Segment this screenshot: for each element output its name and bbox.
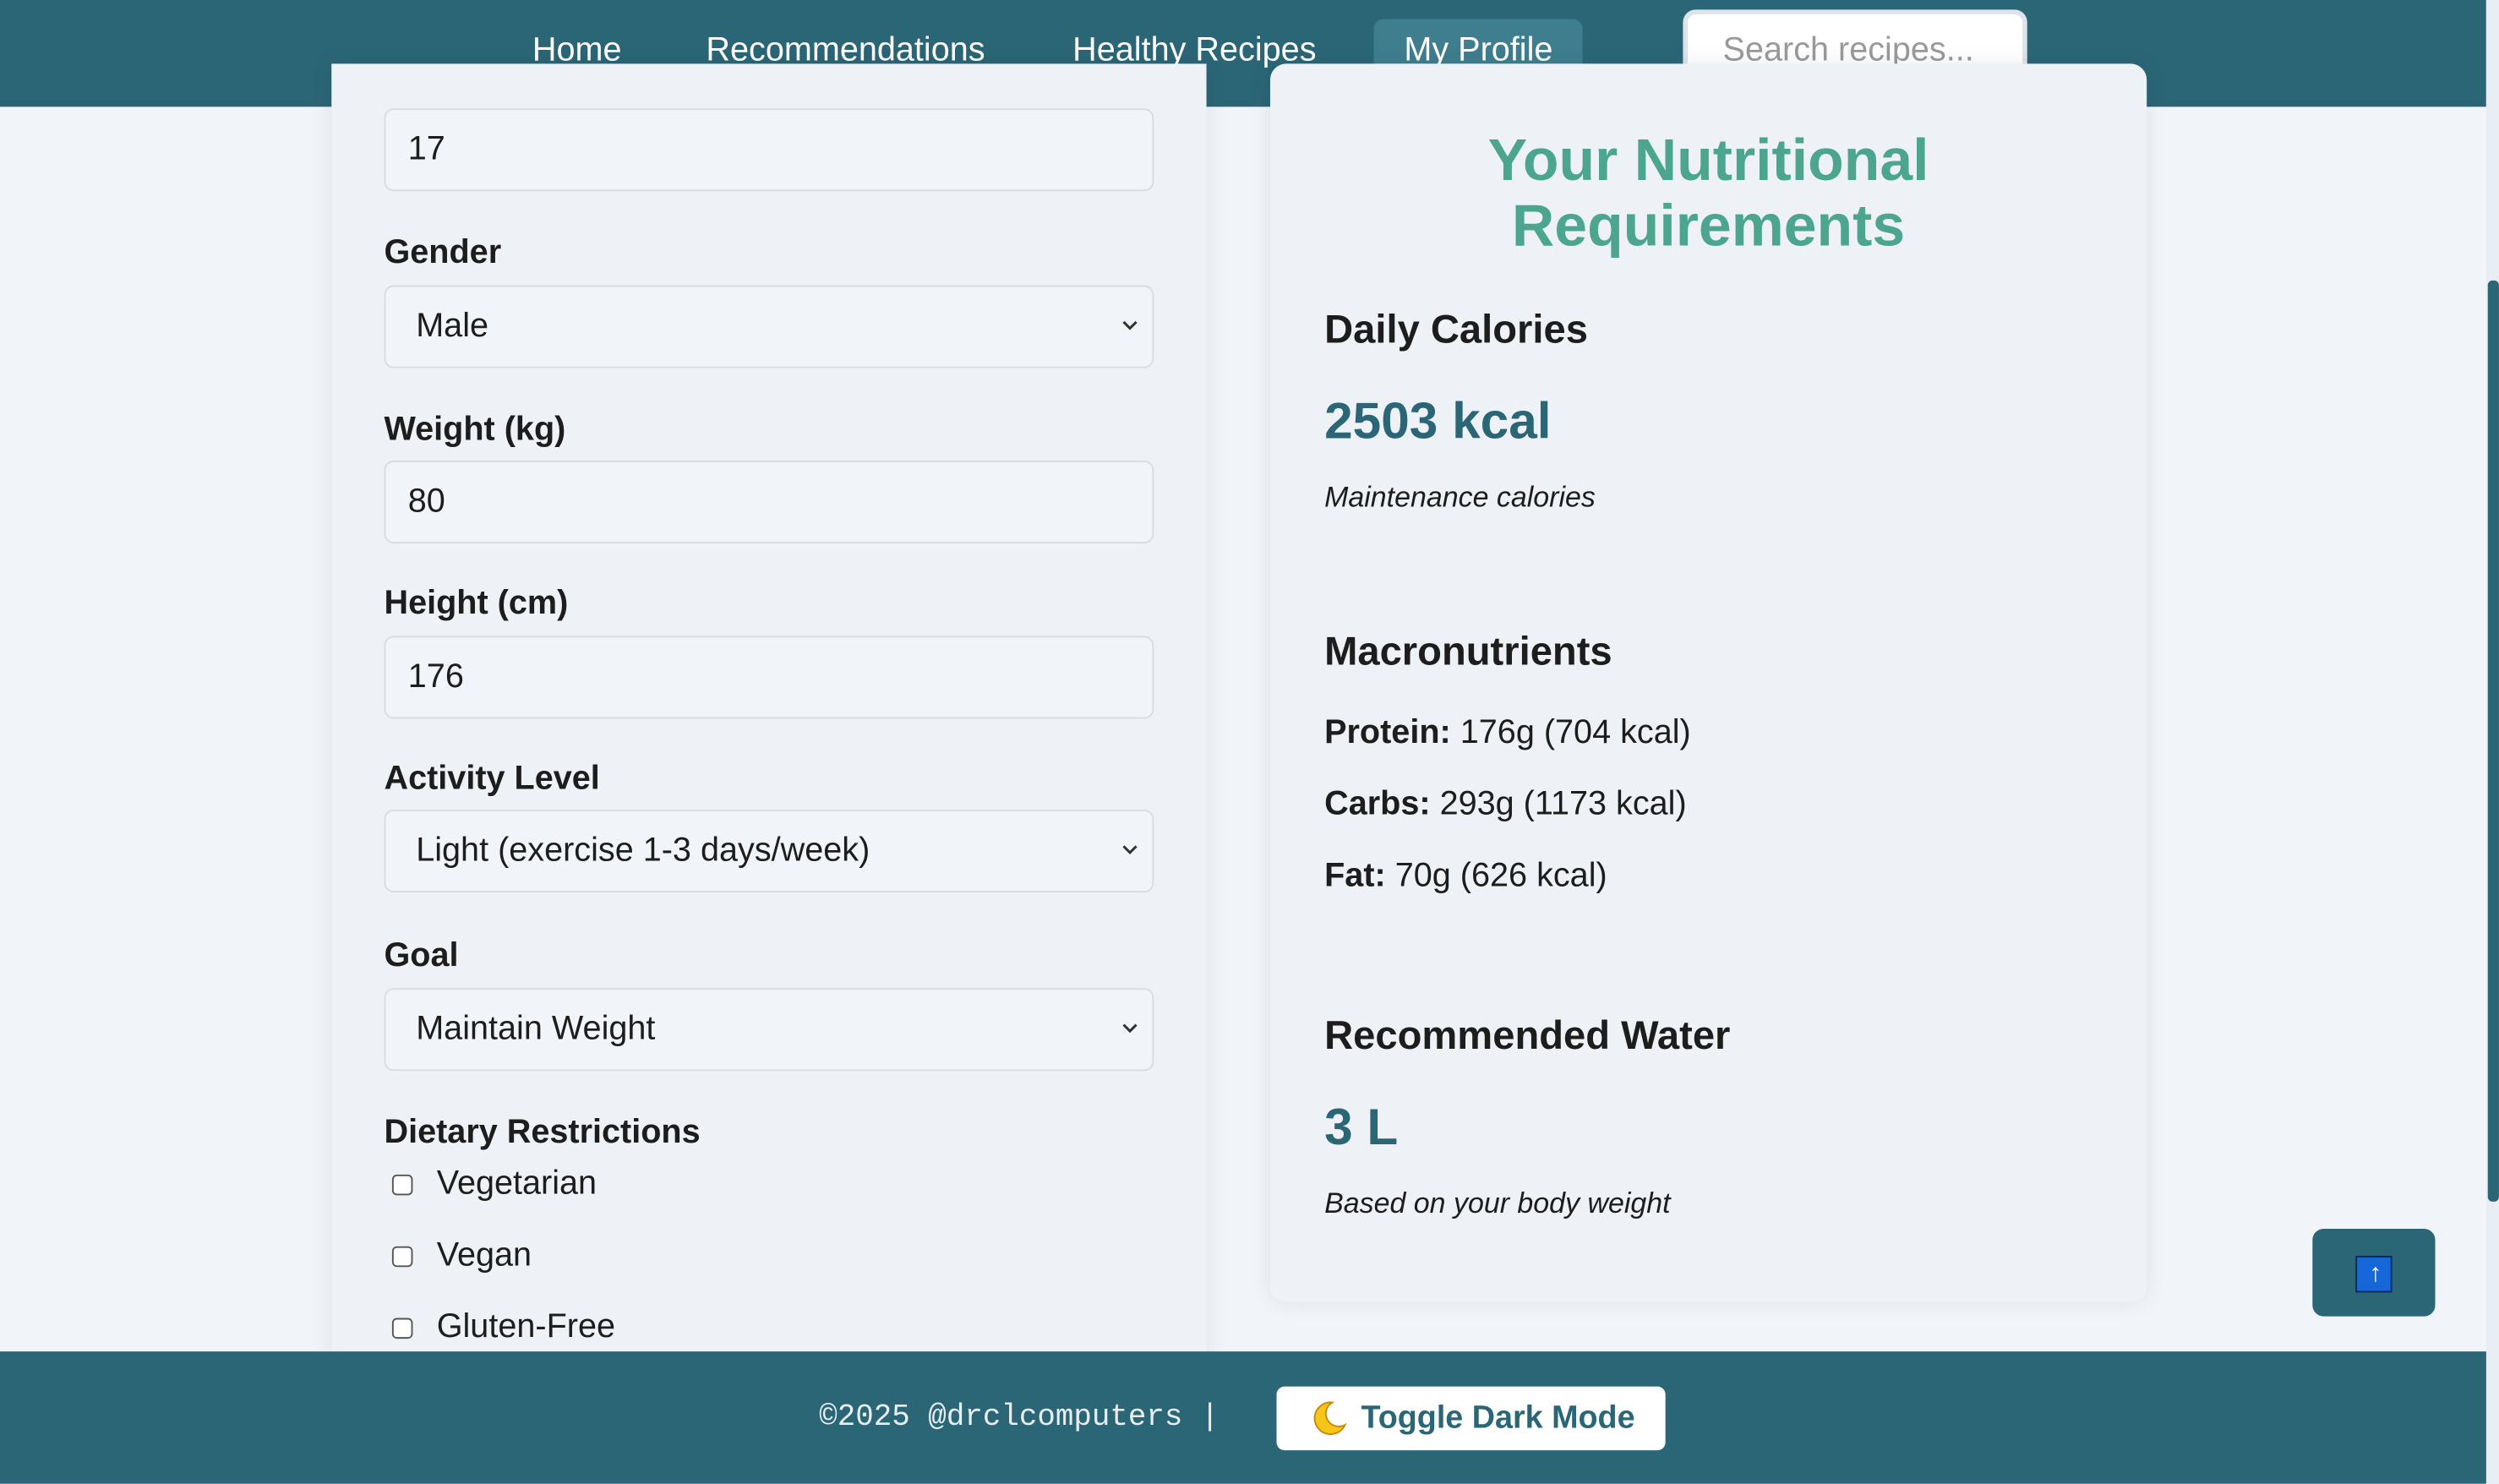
macro-name: Fat: <box>1324 857 1386 894</box>
dietary-restrictions-label: Dietary Restrictions <box>384 1114 701 1151</box>
goal-label: Goal <box>384 936 459 974</box>
gender-value: Male <box>416 307 489 345</box>
daily-calories-value: 2503 kcal <box>1324 391 1552 450</box>
height-label: Height (cm) <box>384 585 569 622</box>
macro-value: 293g (1173 kcal) <box>1439 785 1687 823</box>
macro-fat: Fat: 70g (626 kcal) <box>1324 858 1607 896</box>
checkbox-box[interactable] <box>391 1318 413 1339</box>
checkbox-label: Vegan <box>436 1236 532 1274</box>
scrollbar-thumb[interactable] <box>2487 280 2499 1202</box>
goal-value: Maintain Weight <box>416 1010 656 1047</box>
moon-icon <box>1313 1401 1347 1436</box>
footer-copyright: ©2025 @drclcomputers | <box>819 1399 1219 1435</box>
requirements-title: Your Nutritional Requirements <box>1270 128 2147 259</box>
activity-level-select[interactable]: Light (exercise 1-3 days/week) <box>384 809 1154 893</box>
gender-label: Gender <box>384 234 502 271</box>
checkbox-box[interactable] <box>391 1174 413 1196</box>
chevron-down-icon <box>1122 845 1138 855</box>
back-to-top-button[interactable]: ↑ <box>2312 1228 2436 1317</box>
weight-label: Weight (kg) <box>384 411 566 448</box>
macro-name: Protein: <box>1324 713 1451 751</box>
macro-name: Carbs: <box>1324 785 1431 823</box>
water-heading: Recommended Water <box>1324 1013 1731 1059</box>
gender-select[interactable]: Male <box>384 285 1154 368</box>
checkbox-label: Gluten-Free <box>436 1308 616 1345</box>
water-note: Based on your body weight <box>1324 1187 1671 1219</box>
activity-level-value: Light (exercise 1-3 days/week) <box>416 832 870 869</box>
age-input[interactable]: 17 <box>384 108 1154 192</box>
goal-select[interactable]: Maintain Weight <box>384 988 1154 1072</box>
toggle-dark-mode-button[interactable]: Toggle Dark Mode <box>1276 1386 1666 1451</box>
macronutrients-heading: Macronutrients <box>1324 629 1612 674</box>
title-line-2: Requirements <box>1511 193 1906 259</box>
footer <box>0 1351 2486 1484</box>
page: Home Recommendations Healthy Recipes My … <box>0 0 2499 1484</box>
height-input[interactable]: 176 <box>384 636 1154 719</box>
checkbox-box[interactable] <box>391 1246 413 1268</box>
checkbox-label: Vegetarian <box>436 1165 597 1202</box>
activity-level-label: Activity Level <box>384 760 600 797</box>
macro-protein: Protein: 176g (704 kcal) <box>1324 714 1691 752</box>
water-value: 3 L <box>1324 1098 1399 1156</box>
macro-value: 176g (704 kcal) <box>1460 713 1691 751</box>
macro-value: 70g (626 kcal) <box>1394 857 1607 894</box>
daily-calories-heading: Daily Calories <box>1324 307 1588 352</box>
title-line-1: Your Nutritional <box>1487 127 1929 194</box>
arrow-up-icon: ↑ <box>2355 1256 2393 1293</box>
macro-carbs: Carbs: 293g (1173 kcal) <box>1324 786 1687 824</box>
daily-calories-note: Maintenance calories <box>1324 481 1596 514</box>
weight-input[interactable]: 80 <box>384 460 1154 544</box>
chevron-down-icon <box>1122 320 1138 330</box>
toggle-dark-mode-label: Toggle Dark Mode <box>1361 1400 1635 1437</box>
chevron-down-icon <box>1122 1023 1138 1034</box>
